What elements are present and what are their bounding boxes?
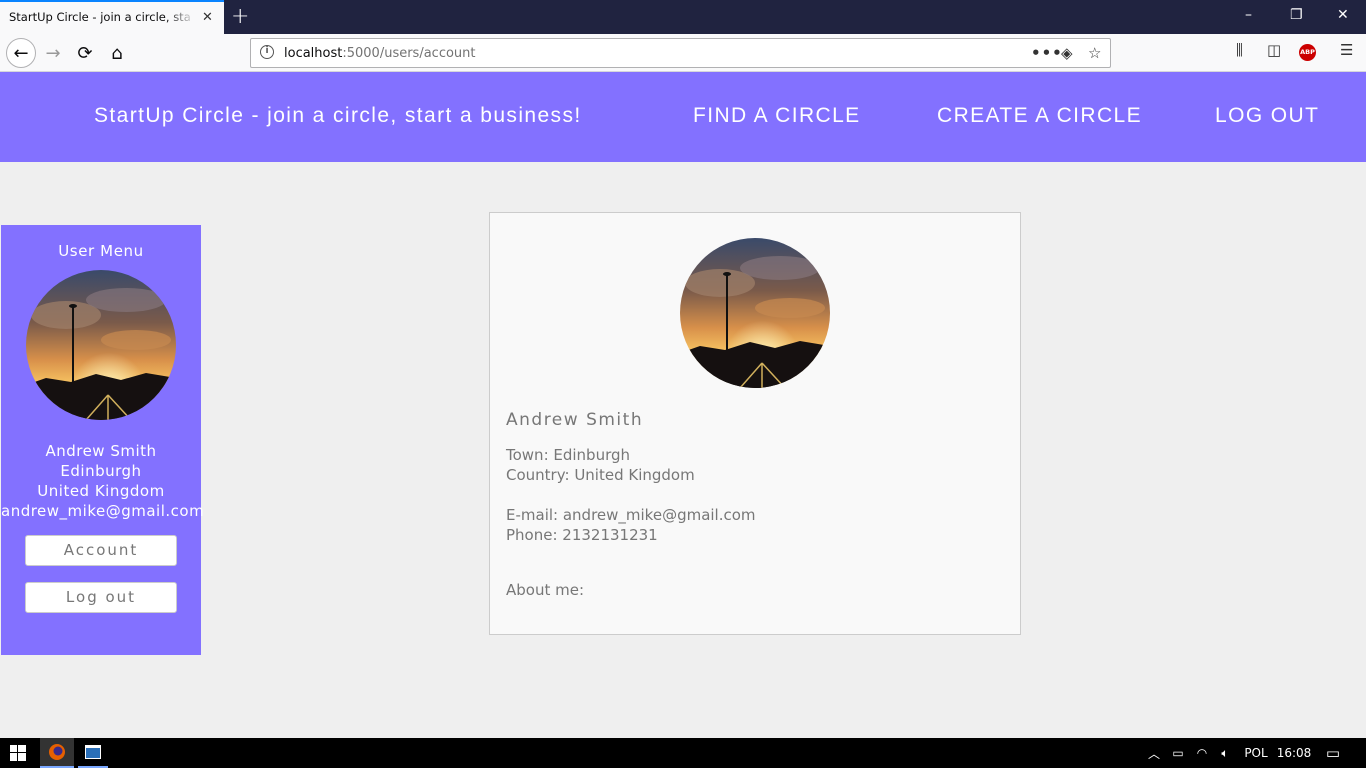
profile-avatar-image: [680, 238, 830, 388]
tab-title: StartUp Circle - join a circle, start a …: [9, 10, 191, 24]
profile-about: About me:: [506, 581, 585, 599]
user-info: Andrew Smith Edinburgh United Kingdom an…: [1, 441, 205, 521]
pocket-icon[interactable]: ◈: [1061, 44, 1073, 62]
browser-navbar: ← → ⟳ ⌂ i localhost:5000/users/account •…: [0, 34, 1366, 72]
maximize-icon[interactable]: ❐: [1290, 7, 1303, 23]
profile-avatar: [680, 238, 830, 388]
profile-name: Andrew Smith: [506, 410, 644, 430]
adblock-icon[interactable]: ABP: [1299, 44, 1316, 61]
url-path: :5000/users/account: [342, 46, 476, 61]
url-bar[interactable]: i localhost:5000/users/account ••• ◈ ☆: [250, 38, 1111, 68]
bookmark-star-icon[interactable]: ☆: [1088, 44, 1101, 62]
log-out-button[interactable]: Log out: [25, 582, 177, 613]
browser-tab-active[interactable]: StartUp Circle - join a circle, start a …: [0, 0, 224, 34]
page-actions-icon[interactable]: •••: [1031, 44, 1063, 62]
nav-log-out[interactable]: LOG OUT: [1215, 104, 1319, 128]
profile-town: Town: Edinburgh: [506, 446, 631, 464]
windows-start-icon[interactable]: [0, 738, 36, 768]
menu-icon[interactable]: ☰: [1340, 41, 1353, 59]
avatar: [26, 270, 176, 420]
info-icon[interactable]: i: [260, 45, 274, 59]
back-arrow-icon[interactable]: ←: [6, 38, 36, 68]
nav-create-circle[interactable]: CREATE A CIRCLE: [937, 104, 1142, 128]
home-icon[interactable]: ⌂: [102, 38, 132, 68]
tab-close-icon[interactable]: ✕: [202, 10, 213, 25]
firefox-taskbar-icon[interactable]: [40, 738, 74, 768]
user-menu-title: User Menu: [58, 242, 144, 260]
language-indicator[interactable]: POL: [1242, 738, 1270, 768]
minimize-icon[interactable]: –: [1245, 7, 1252, 23]
tab-title-fade: [166, 2, 196, 34]
close-window-icon[interactable]: ✕: [1337, 7, 1349, 23]
profile-country: Country: United Kingdom: [506, 466, 695, 484]
account-button[interactable]: Account: [25, 535, 177, 566]
clock[interactable]: 16:08: [1276, 738, 1312, 768]
chevron-up-icon[interactable]: ︿: [1146, 738, 1162, 768]
profile-card: Andrew Smith Town: Edinburgh Country: Un…: [489, 212, 1021, 635]
wifi-icon[interactable]: ◠: [1194, 738, 1210, 768]
library-icon[interactable]: ⫼: [1236, 41, 1243, 59]
sidebar-toggle-icon[interactable]: ◫: [1267, 41, 1281, 59]
user-menu-sidebar: User Menu Andrew Smith Edinburgh United …: [1, 225, 205, 655]
notifications-icon[interactable]: ▭: [1320, 738, 1346, 768]
volume-icon[interactable]: 🔈︎: [1216, 738, 1234, 768]
reload-icon[interactable]: ⟳: [70, 38, 100, 68]
url-text[interactable]: localhost:5000/users/account: [284, 46, 476, 61]
user-email: andrew_mike@gmail.com: [1, 502, 205, 520]
windows-logo-icon: [10, 745, 26, 761]
browser-tab-strip: StartUp Circle - join a circle, start a …: [0, 0, 1366, 34]
user-name: Andrew Smith: [45, 442, 157, 460]
user-town: Edinburgh: [60, 462, 142, 480]
url-host: localhost: [284, 46, 343, 61]
window-app-icon: [85, 745, 101, 759]
explorer-taskbar-icon[interactable]: [78, 738, 108, 768]
nav-find-circle[interactable]: FIND A CIRCLE: [693, 104, 861, 128]
new-tab-icon[interactable]: +: [231, 4, 249, 29]
profile-email: E-mail: andrew_mike@gmail.com: [506, 506, 756, 524]
site-header: StartUp Circle - join a circle, start a …: [0, 72, 1366, 162]
avatar-image: [26, 270, 176, 420]
profile-phone: Phone: 2132131231: [506, 526, 658, 544]
forward-arrow-icon[interactable]: →: [38, 38, 68, 68]
user-country: United Kingdom: [37, 482, 165, 500]
brand-link[interactable]: StartUp Circle - join a circle, start a …: [94, 104, 582, 128]
taskbar: ︿ ▭ ◠ 🔈︎ POL 16:08 ▭: [0, 738, 1366, 768]
firefox-icon: [49, 744, 65, 760]
battery-icon[interactable]: ▭: [1170, 738, 1186, 768]
